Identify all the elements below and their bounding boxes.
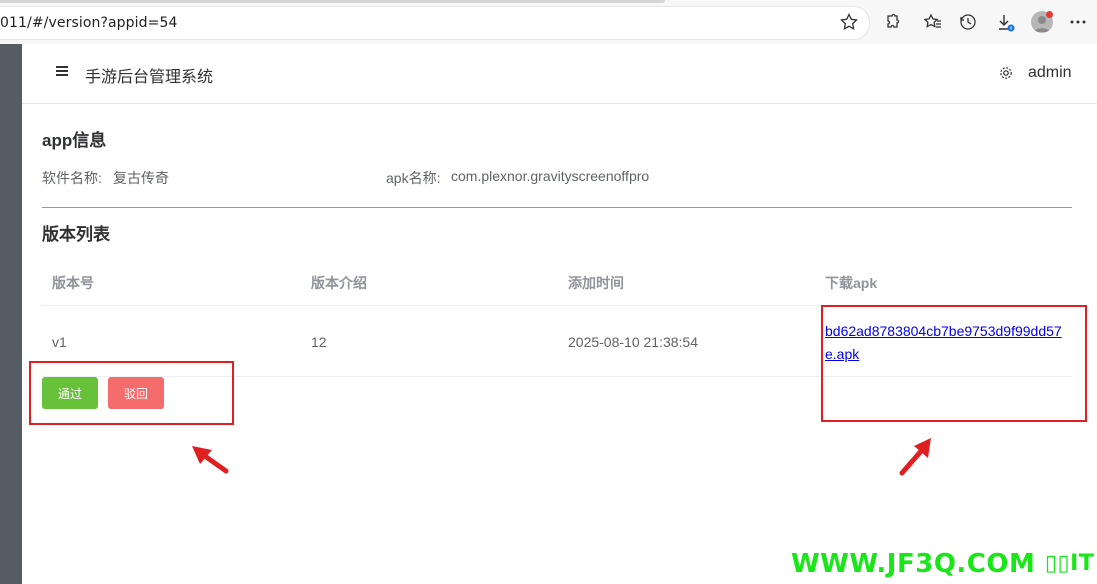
notification-dot bbox=[1046, 11, 1053, 18]
column-header-intro: 版本介绍 bbox=[311, 275, 367, 291]
column-header-added-time: 添加时间 bbox=[568, 275, 624, 291]
app-header: 手游后台管理系统 admin bbox=[22, 44, 1097, 104]
section-divider bbox=[42, 207, 1072, 208]
tab-strip bbox=[0, 0, 665, 3]
star-icon[interactable] bbox=[839, 12, 859, 32]
settings-icon[interactable] bbox=[998, 65, 1014, 81]
apk-name-label: apk名称: bbox=[386, 170, 441, 186]
app-title: 手游后台管理系统 bbox=[85, 69, 214, 86]
cell-added-time: 2025-08-10 21:38:54 bbox=[568, 334, 698, 350]
more-icon[interactable] bbox=[1068, 12, 1088, 32]
annotation-arrow-left bbox=[192, 446, 229, 474]
cell-version: v1 bbox=[52, 334, 67, 350]
annotation-arrow-right bbox=[899, 438, 931, 476]
annotation-box-download bbox=[821, 305, 1087, 422]
sidebar bbox=[0, 44, 22, 584]
annotation-box-buttons bbox=[29, 361, 234, 425]
watermark: WWW.JF3Q.COM ▯▯IT bbox=[791, 549, 1095, 579]
extensions-icon[interactable] bbox=[882, 12, 902, 32]
browser-toolbar: 011/#/version?appid=54 bbox=[0, 0, 1097, 45]
app-info-title: app信息 bbox=[42, 131, 107, 150]
apk-name-value: com.plexnor.gravityscreenoffpro bbox=[451, 168, 650, 184]
software-name-label: 软件名称: bbox=[42, 170, 102, 186]
favorites-icon[interactable] bbox=[923, 12, 943, 32]
column-header-version: 版本号 bbox=[52, 275, 94, 291]
history-icon[interactable] bbox=[958, 12, 978, 32]
user-name[interactable]: admin bbox=[1028, 64, 1072, 82]
software-name-value: 复古传奇 bbox=[113, 170, 169, 186]
column-header-download: 下载apk bbox=[825, 275, 878, 291]
download-icon[interactable] bbox=[996, 12, 1016, 32]
version-list-title: 版本列表 bbox=[42, 225, 110, 244]
cell-intro: 12 bbox=[311, 334, 327, 350]
url-text[interactable]: 011/#/version?appid=54 bbox=[0, 15, 177, 31]
menu-toggle-icon[interactable] bbox=[56, 66, 70, 78]
